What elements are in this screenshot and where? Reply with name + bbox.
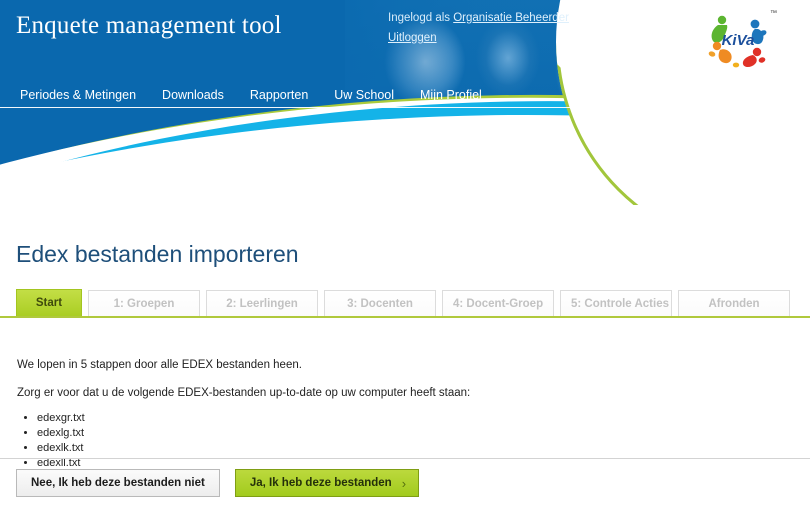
accept-files-button[interactable]: Ja, Ik heb deze bestanden ›: [234, 469, 420, 497]
accept-files-label: Ja, Ik heb deze bestanden: [249, 477, 392, 489]
step-tab-groepen[interactable]: 1: Groepen: [88, 290, 200, 317]
instruction-line-2: Zorg er voor dat u de volgende EDEX-best…: [17, 387, 471, 399]
decline-files-button[interactable]: Nee, Ik heb deze bestanden niet: [16, 469, 220, 497]
required-files-list: edexgr.txt edexlg.txt edexlk.txt edexll.…: [37, 411, 717, 470]
action-buttons: Nee, Ik heb deze bestanden niet Ja, Ik h…: [16, 469, 420, 497]
instructions-block: We lopen in 5 stappen door alle EDEX bes…: [17, 355, 717, 471]
page-root: Enquete management tool Ingelogd als Org…: [0, 0, 810, 519]
trademark-icon: ™: [770, 10, 777, 17]
nav-link-uw-school[interactable]: Uw School: [334, 88, 394, 102]
nav-link-downloads[interactable]: Downloads: [162, 88, 224, 102]
nav-item-uw-school[interactable]: Uw School: [334, 86, 394, 104]
nav-item-periodes-metingen[interactable]: Periodes & Metingen: [20, 86, 136, 104]
step-tabs-underline: [0, 316, 810, 318]
nav-item-downloads[interactable]: Downloads: [162, 86, 224, 104]
step-wizard-tabs: Start 1: Groepen 2: Leerlingen 3: Docent…: [16, 289, 794, 317]
page-title: Edex bestanden importeren: [16, 241, 299, 267]
instruction-line-1: We lopen in 5 stappen door alle EDEX bes…: [17, 359, 302, 371]
logout-link[interactable]: Uitloggen: [388, 32, 437, 44]
nav-link-rapporten[interactable]: Rapporten: [250, 88, 308, 102]
svg-text:KiVa: KiVa: [722, 32, 755, 49]
logged-in-user-link[interactable]: Organisatie Beheerder: [453, 12, 569, 24]
nav-link-periodes-metingen[interactable]: Periodes & Metingen: [20, 88, 136, 102]
list-item: edexlk.txt: [37, 441, 717, 455]
content-divider: [0, 458, 810, 459]
nav-item-mijn-profiel[interactable]: Mijn Profiel: [420, 86, 482, 104]
main-navigation: Periodes & Metingen Downloads Rapporten …: [0, 86, 810, 108]
step-tab-start[interactable]: Start: [16, 289, 82, 317]
list-item: edexgr.txt: [37, 411, 717, 425]
kiva-logo-figures: KiVa: [708, 15, 767, 68]
list-item: edexlg.txt: [37, 426, 717, 440]
step-tab-docent-groep[interactable]: 4: Docent-Groep: [442, 290, 554, 317]
nav-link-mijn-profiel[interactable]: Mijn Profiel: [420, 88, 482, 102]
step-tab-controle-acties[interactable]: 5: Controle Acties: [560, 290, 672, 317]
nav-item-rapporten[interactable]: Rapporten: [250, 86, 308, 104]
step-tab-leerlingen[interactable]: 2: Leerlingen: [206, 290, 318, 317]
login-status: Ingelogd als Organisatie Beheerder Uitlo…: [388, 8, 569, 48]
step-tab-docenten[interactable]: 3: Docenten: [324, 290, 436, 317]
step-tab-afronden[interactable]: Afronden: [678, 290, 790, 317]
kiva-logo: KiVa ™: [700, 10, 778, 72]
site-title: Enquete management tool: [16, 12, 282, 39]
login-status-prefix: Ingelogd als: [388, 12, 454, 24]
nav-list: Periodes & Metingen Downloads Rapporten …: [0, 86, 810, 104]
chevron-right-icon: ›: [401, 475, 407, 491]
